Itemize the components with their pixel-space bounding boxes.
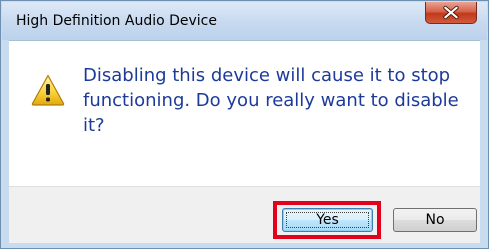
close-button[interactable]: [425, 2, 477, 24]
yes-button[interactable]: Yes: [282, 208, 373, 232]
warning-icon: [31, 74, 65, 106]
no-button-label: No: [425, 212, 445, 228]
focus-rectangle: [286, 212, 369, 228]
title-bar[interactable]: High Definition Audio Device: [2, 2, 487, 40]
message-area: Disabling this device will cause it to s…: [9, 40, 480, 186]
dialog-message: Disabling this device will cause it to s…: [83, 65, 459, 136]
dialog-title: High Definition Audio Device: [16, 13, 217, 29]
close-x-icon: [443, 5, 459, 20]
no-button[interactable]: No: [393, 208, 477, 232]
dialog-window: High Definition Audio Device Disabling t…: [0, 0, 489, 249]
button-bar: Yes No: [9, 186, 480, 243]
